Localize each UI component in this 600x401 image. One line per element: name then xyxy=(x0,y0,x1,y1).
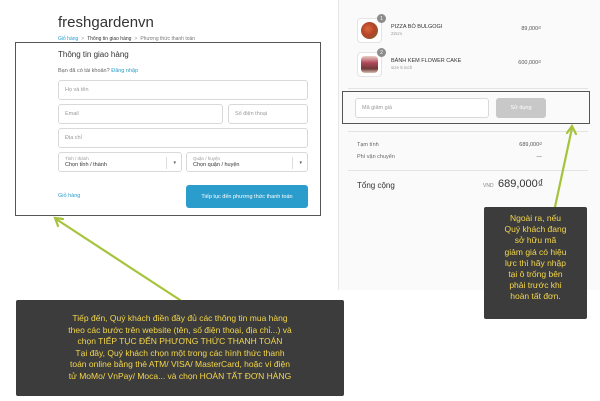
subtotal-row: Tạm tính 689,000₫ xyxy=(357,142,542,148)
total-currency: VND xyxy=(483,183,494,189)
callout-line: sở hữu mã xyxy=(514,235,557,246)
quantity-badge: 1 xyxy=(377,14,386,23)
callout-line: giảm giá có hiệu xyxy=(504,246,567,257)
product-price: 600,000₫ xyxy=(518,60,541,66)
callout-line: phải trước khi xyxy=(509,280,562,291)
total-label: Tổng cộng xyxy=(357,181,395,190)
shipping-fee-row: Phí vận chuyển — xyxy=(357,154,542,160)
callout-line: toán online bằng thẻ ATM/ VISA/ MasterCa… xyxy=(69,359,291,369)
product-name: PIZZA BÒ BULGOGI xyxy=(391,24,443,30)
pizza-image xyxy=(361,22,378,39)
instruction-callout: Tiếp đến, Quý khách điền đầy đủ các thôn… xyxy=(16,300,344,396)
shipping-form-highlight xyxy=(15,42,321,216)
store-logo[interactable]: freshgardenvn xyxy=(58,14,154,31)
divider xyxy=(348,88,588,89)
product-variant: 22cm xyxy=(391,31,403,36)
product-name: BÁNH KEM FLOWER CAKE xyxy=(391,58,462,64)
callout-line: tại ô trống bên xyxy=(508,269,563,280)
arrowhead xyxy=(53,216,65,228)
cart-item: 2 BÁNH KEM FLOWER CAKE size 5 inch 600,0… xyxy=(357,48,547,80)
discount-highlight xyxy=(342,91,590,124)
divider xyxy=(348,131,588,132)
quantity-badge: 2 xyxy=(377,48,386,57)
subtotal-label: Tạm tính xyxy=(357,142,379,148)
callout-line: chọn TIẾP TỤC ĐẾN PHƯƠNG THỨC THANH TOÁN xyxy=(77,336,283,346)
product-variant: size 5 inch xyxy=(391,65,413,70)
cart-item: 1 PIZZA BÒ BULGOGI 22cm 89,000₫ xyxy=(357,14,547,46)
callout-line: lực thì hãy nhập xyxy=(505,257,566,268)
product-price: 89,000₫ xyxy=(521,26,541,32)
arrow-to-form xyxy=(54,217,182,302)
subtotal-value: 689,000₫ xyxy=(519,142,542,148)
callout-line: Quý khách đang xyxy=(504,224,567,235)
callout-line: Ngoài ra, nếu xyxy=(509,213,562,223)
callout-line: theo các bước trên website (tên, số điện… xyxy=(68,324,292,335)
callout-line: hoàn tất đơn. xyxy=(510,291,561,302)
shipping-fee-label: Phí vận chuyển xyxy=(357,154,395,160)
callout-line: Tại đây, Quý khách chọn một trong các hì… xyxy=(75,347,285,358)
total-value: 689,000₫ xyxy=(498,178,544,190)
divider xyxy=(348,170,588,171)
discount-callout: Ngoài ra, nếu Quý khách đang sở hữu mã g… xyxy=(484,207,587,319)
shipping-fee-value: — xyxy=(536,154,543,160)
callout-line: tử MoMo/ VnPay/ Moca... và chọn HOÀN TẤT… xyxy=(68,370,292,381)
callout-line: Tiếp đến, Quý khách điền đầy đủ các thôn… xyxy=(72,313,288,323)
cake-image xyxy=(361,56,378,73)
